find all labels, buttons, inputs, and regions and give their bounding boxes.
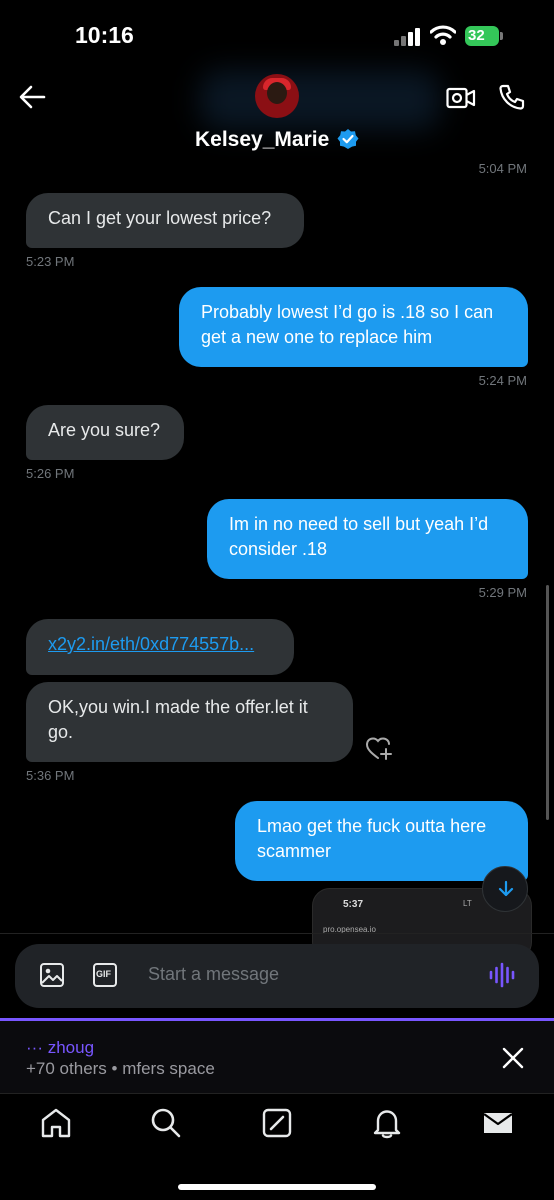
avatar[interactable] xyxy=(255,74,299,118)
messages-icon[interactable] xyxy=(481,1106,515,1140)
grok-icon[interactable] xyxy=(260,1106,294,1140)
attachment-time: 5:37 xyxy=(343,899,364,910)
message-bubble-outgoing[interactable]: Lmao get the fuck outta here scammer xyxy=(235,801,528,881)
message-bubble-incoming[interactable]: Can I get your lowest price? xyxy=(26,193,304,248)
contact-name[interactable]: Kelsey_Marie xyxy=(195,128,329,152)
message-bubble-outgoing[interactable]: Im in no need to sell but yeah I’d consi… xyxy=(207,499,528,579)
image-icon[interactable] xyxy=(39,962,65,988)
scrollbar[interactable] xyxy=(546,585,549,820)
message-bubble-incoming[interactable]: Are you sure? xyxy=(26,405,184,460)
scroll-down-button[interactable] xyxy=(482,866,528,912)
home-indicator xyxy=(178,1184,376,1190)
wifi-icon xyxy=(430,25,456,45)
divider xyxy=(0,933,554,934)
gif-label: GIF xyxy=(96,969,111,979)
phone-icon[interactable] xyxy=(498,83,526,111)
spaces-host: ··· zhoug xyxy=(26,1038,95,1057)
notifications-icon[interactable] xyxy=(370,1106,404,1140)
message-bubble-incoming[interactable]: OK,you win.I made the offer.let it go. xyxy=(26,682,353,762)
scroll-down-icon xyxy=(498,880,514,897)
message-timestamp: 5:36 PM xyxy=(26,768,75,783)
message-timestamp: 5:24 PM xyxy=(478,373,527,388)
message-timestamp: 5:29 PM xyxy=(478,585,527,600)
video-call-icon[interactable] xyxy=(446,86,476,110)
add-reaction-icon[interactable] xyxy=(364,734,394,762)
verified-icon xyxy=(337,129,359,149)
header-background xyxy=(200,70,440,130)
spaces-info: +70 others • mfers space xyxy=(26,1059,215,1078)
cellular-signal-icon xyxy=(394,28,422,46)
home-icon[interactable] xyxy=(39,1106,73,1140)
back-arrow-icon[interactable] xyxy=(18,84,46,110)
message-timestamp: 5:04 PM xyxy=(478,161,527,176)
close-icon[interactable] xyxy=(500,1045,526,1071)
search-icon[interactable] xyxy=(149,1106,183,1140)
message-bubble-outgoing[interactable]: Probably lowest I’d go is .18 so I can g… xyxy=(179,287,528,367)
status-time: 10:16 xyxy=(75,22,134,48)
divider xyxy=(0,1093,554,1094)
battery-level: 32 xyxy=(468,27,485,44)
battery-icon: 32 xyxy=(465,26,503,46)
message-timestamp: 5:23 PM xyxy=(26,254,75,269)
message-timestamp: 5:26 PM xyxy=(26,466,75,481)
attachment-status: LT xyxy=(463,899,472,908)
message-link-bubble: x2y2.in/eth/0xd774557b... xyxy=(26,619,294,675)
voice-icon[interactable] xyxy=(488,961,516,989)
gif-icon[interactable]: GIF xyxy=(92,962,118,988)
message-link[interactable]: x2y2.in/eth/0xd774557b... xyxy=(48,634,254,654)
message-input[interactable] xyxy=(148,964,468,985)
